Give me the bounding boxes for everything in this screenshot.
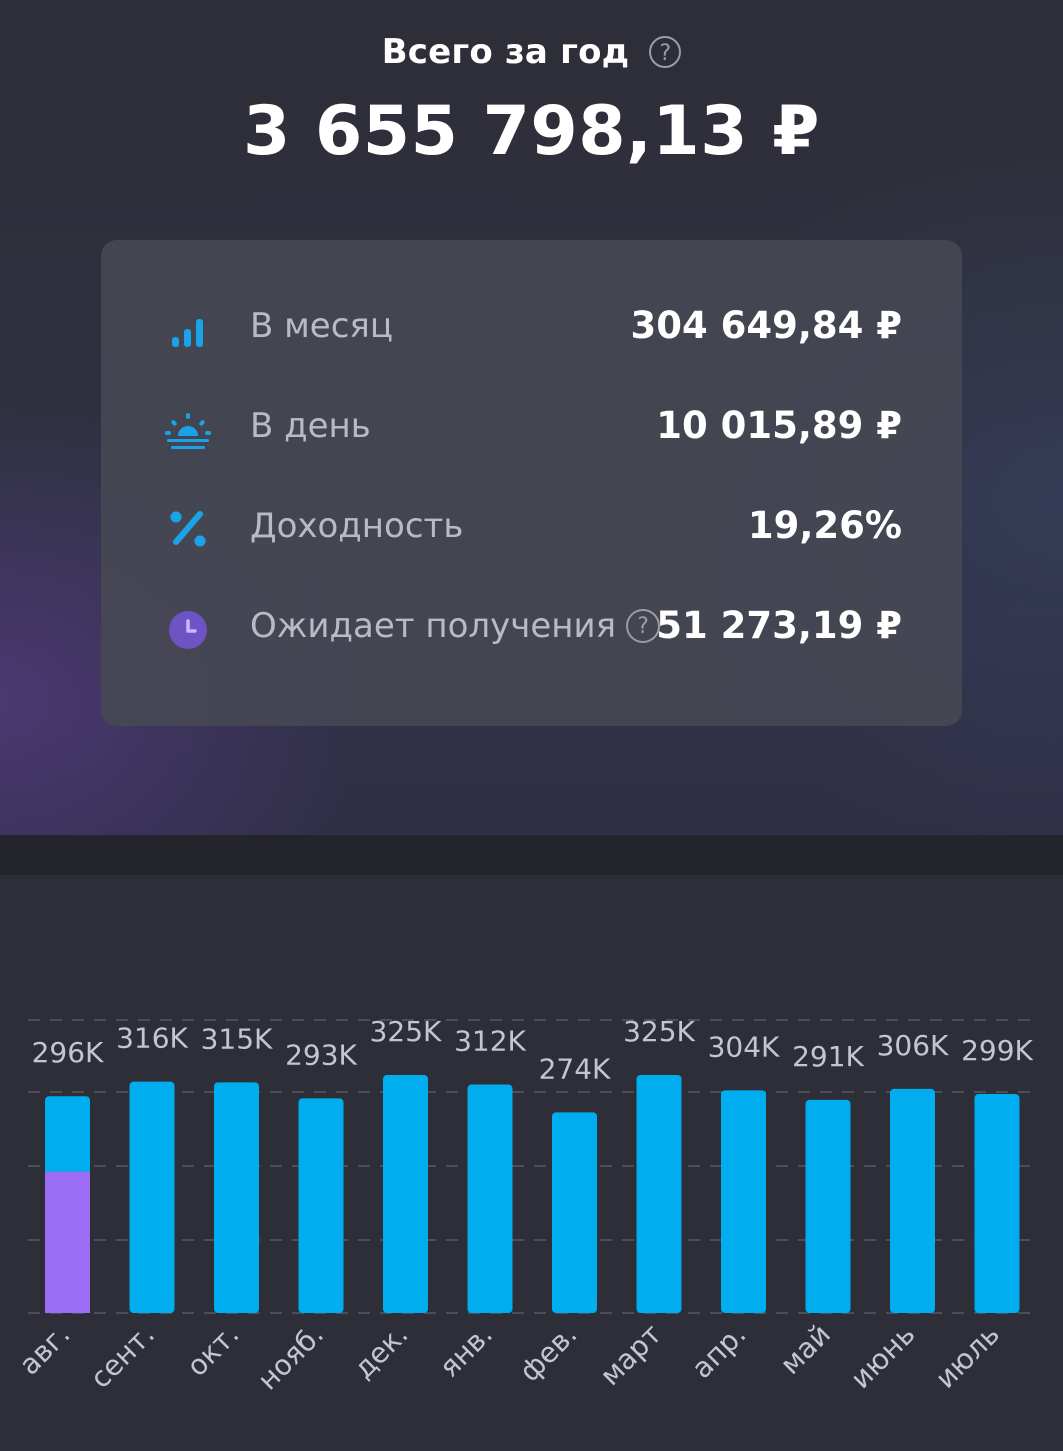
x-tick-label: авг. [13, 1318, 77, 1382]
bar-value-label: 296K [32, 1036, 104, 1069]
bar-value-label: 312K [454, 1025, 526, 1058]
bar-value-label: 293K [285, 1038, 357, 1071]
stat-value: 304 649,84 ₽ [630, 304, 902, 347]
bar-value-label: 291K [792, 1040, 864, 1073]
x-tick-label: дек. [347, 1318, 414, 1385]
summary-panel: Всего за год ? 3 655 798,13 ₽ В месяц 30… [0, 0, 1063, 835]
bar [129, 1081, 175, 1313]
bar-value-label: 299K [961, 1034, 1033, 1067]
stat-value: 10 015,89 ₽ [656, 404, 902, 447]
stat-row-yield: Доходность 19,26% [101, 498, 962, 558]
bar [467, 1084, 513, 1313]
x-tick-label: июль [929, 1318, 1006, 1395]
help-icon[interactable]: ? [626, 609, 661, 643]
stat-row-pending: Ожидает получения ? 51 273,19 ₽ [101, 598, 962, 658]
x-tick-label: сент. [84, 1318, 161, 1395]
clock-icon [169, 611, 207, 649]
stat-label: Доходность [250, 506, 464, 546]
bar [890, 1088, 935, 1313]
bar [636, 1075, 682, 1313]
bar-value-label: 316K [116, 1022, 188, 1055]
bar-value-label: 274K [539, 1052, 611, 1085]
sunrise-icon [165, 413, 211, 449]
stat-label: В день [250, 406, 371, 446]
x-tick-label: апр. [685, 1318, 752, 1385]
bar-segment-received [45, 1171, 90, 1313]
stat-label: Ожидает получения [250, 606, 617, 646]
x-tick-label: май [774, 1318, 837, 1381]
bar [721, 1090, 766, 1313]
x-tick-label: март [593, 1318, 668, 1393]
monthly-income-chart: 296K авг. 316K сент. 315K окт. 293K нояб. 325K де… [13, 1015, 1040, 1397]
bar-chart-icon [172, 319, 203, 347]
stats-card: В месяц 304 649,84 ₽ В день 10 015,89 ₽ [101, 240, 962, 726]
percent-icon [170, 511, 206, 547]
help-icon[interactable]: ? [649, 36, 682, 68]
bar-value-label: 325K [370, 1015, 442, 1048]
x-tick-label: янв. [433, 1318, 499, 1384]
bar [383, 1075, 428, 1313]
bar [214, 1082, 259, 1313]
bar [805, 1099, 851, 1313]
year-total: 3 655 798,13 ₽ [243, 92, 820, 171]
bar-value-label: 325K [623, 1015, 695, 1048]
x-tick-label: окт. [180, 1318, 245, 1383]
x-tick-label: июнь [844, 1318, 921, 1395]
x-tick-label: нояб. [251, 1318, 330, 1397]
bar [298, 1098, 344, 1313]
bar-value-label: 315K [201, 1022, 273, 1055]
stat-label: В месяц [250, 306, 393, 346]
stat-row-month: В месяц 304 649,84 ₽ [101, 298, 962, 358]
stat-label-with-help: Ожидает получения ? [250, 606, 661, 646]
bar-value-label: 304K [708, 1030, 780, 1063]
x-tick-label: фев. [513, 1318, 583, 1388]
page-title: Всего за год [381, 32, 630, 72]
bar [974, 1094, 1020, 1313]
stat-value: 19,26% [747, 504, 902, 547]
bar-value-label: 306K [877, 1029, 949, 1062]
stat-row-day: В день 10 015,89 ₽ [101, 398, 962, 458]
section-divider [0, 835, 1063, 875]
bar [552, 1112, 597, 1313]
stat-value: 51 273,19 ₽ [656, 604, 902, 647]
